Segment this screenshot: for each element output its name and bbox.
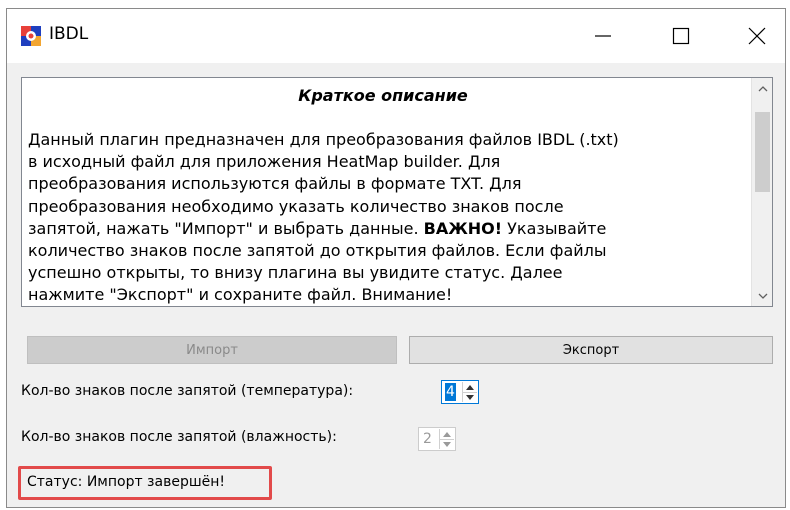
maximize-button[interactable] xyxy=(653,9,709,63)
window-title: IBDL xyxy=(49,24,89,44)
spin-down-icon xyxy=(466,394,474,400)
description-scrollbar[interactable] xyxy=(751,78,772,306)
import-button[interactable]: Импорт xyxy=(27,336,397,364)
export-button[interactable]: Экспорт xyxy=(409,336,773,364)
title-bar: IBDL xyxy=(7,9,785,63)
scroll-thumb[interactable] xyxy=(755,112,770,192)
description-line: преобразования используются файлы в форм… xyxy=(28,174,522,194)
status-highlight: Статус: Импорт завершён! xyxy=(18,466,272,500)
temperature-decimals-value[interactable]: 4 xyxy=(445,383,456,401)
spin-up-icon xyxy=(466,384,474,390)
description-line: Данный плагин предназначен для преобразо… xyxy=(28,130,619,149)
spin-down-button[interactable] xyxy=(463,392,477,402)
minimize-icon xyxy=(595,35,611,37)
close-button[interactable] xyxy=(729,9,785,63)
description-content: Краткое описание Данный плагин предназна… xyxy=(22,78,744,306)
close-icon xyxy=(748,27,766,45)
status-text: Статус: Импорт завершён! xyxy=(27,474,226,490)
description-line: нажмите "Экспорт" и сохраните файл. Вним… xyxy=(28,285,453,305)
scroll-up-button[interactable] xyxy=(754,80,771,97)
humidity-decimals-value[interactable]: 2 xyxy=(422,430,433,448)
app-icon xyxy=(21,26,41,46)
chevron-down-icon xyxy=(758,293,767,299)
description-line: преобразования необходимо указать количе… xyxy=(28,196,564,216)
maximize-icon xyxy=(672,27,690,45)
temperature-decimals-label: Кол-во знаков после запятой (температура… xyxy=(21,383,354,399)
spin-down-button[interactable] xyxy=(440,439,454,449)
minimize-button[interactable] xyxy=(575,9,631,63)
description-line: запятой, нажать "Импорт" и выбрать данны… xyxy=(28,218,744,240)
humidity-decimals-spinbox[interactable]: 2 xyxy=(418,427,456,451)
description-line: в исходный файл для приложения HeatMap b… xyxy=(28,152,501,172)
scroll-down-button[interactable] xyxy=(754,287,771,304)
spin-up-icon xyxy=(443,431,451,437)
spin-down-icon xyxy=(443,441,451,447)
spin-arrows xyxy=(462,382,477,402)
spin-arrows xyxy=(439,429,454,449)
description-text: Данный плагин предназначен для преобразо… xyxy=(28,129,744,306)
important-label: ВАЖНО! xyxy=(423,218,503,238)
description-line-part: Указывайте xyxy=(507,218,607,238)
chevron-up-icon xyxy=(758,85,767,91)
description-line: успешно открыты, то внизу плагина вы уви… xyxy=(28,263,563,283)
temperature-decimals-spinbox[interactable]: 4 xyxy=(441,380,479,404)
description-line: количество знаков после запятой до откры… xyxy=(28,241,607,261)
description-title: Краткое описание xyxy=(298,86,468,105)
description-panel[interactable]: Краткое описание Данный плагин предназна… xyxy=(21,77,773,307)
humidity-decimals-label: Кол-во знаков после запятой (влажность): xyxy=(21,429,337,445)
description-line-part: запятой, нажать "Импорт" и выбрать данны… xyxy=(28,218,419,238)
